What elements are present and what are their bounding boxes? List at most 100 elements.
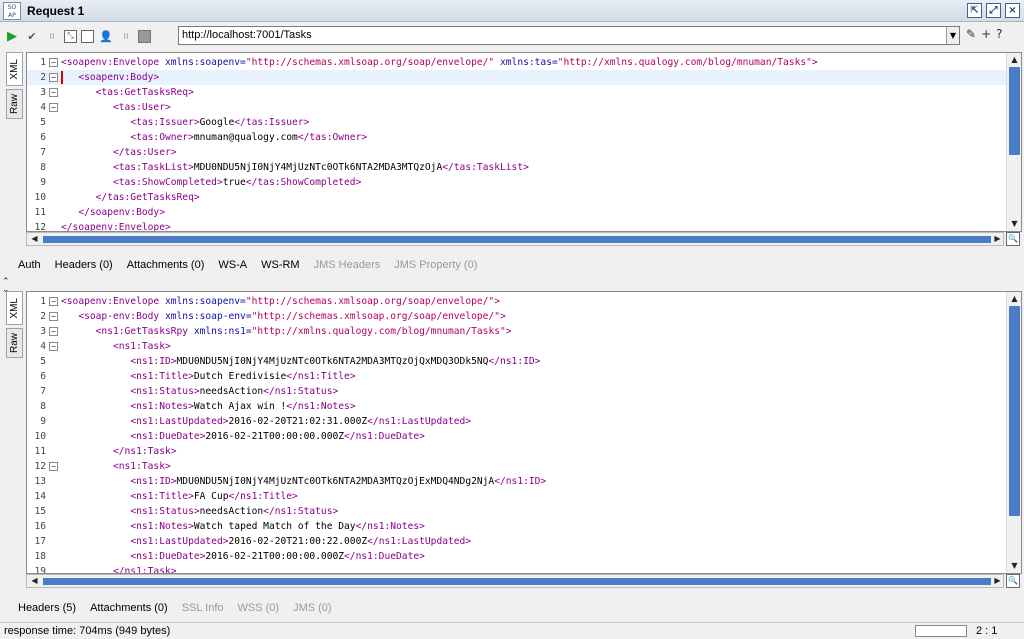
code-text: <soapenv:Envelope xmlns:soapenv="http://…	[61, 57, 818, 68]
line-number: 3	[40, 326, 46, 337]
fold-toggle-icon[interactable]: −	[49, 327, 58, 336]
line-number: 4	[40, 102, 46, 113]
tab-attachments-0[interactable]: Attachments (0)	[90, 602, 168, 618]
code-text: <ns1:ID>MDU0NDU5NjI0NjY4MjUzNTc0OTk6NTA2…	[130, 476, 547, 487]
request-xml-editor[interactable]: 12 </soapenv:Envelope> 11 </soapenv:Body> 1…	[26, 52, 1022, 232]
help-icon[interactable]: ?	[996, 27, 1002, 41]
code-line: 9 <tas:ShowCompleted>true</tas:ShowCompl…	[27, 175, 1021, 190]
code-line: 5 <tas:Issuer>Google</tas:Issuer>	[27, 115, 1021, 130]
line-number: 6	[40, 371, 46, 382]
tab-headers-5[interactable]: Headers (5)	[18, 602, 76, 618]
fit-icon[interactable]: ⤡	[64, 29, 77, 43]
code-line: 5 <ns1:ID>MDU0NDU5NjI0NjY4MjUzNTc0OTk6NT…	[27, 354, 1021, 369]
user-icon[interactable]: 👤	[98, 28, 114, 44]
find-icon[interactable]: 🔍	[1006, 232, 1020, 246]
code-line: 19 </ns1:Task>	[27, 564, 1021, 574]
scroll-left-icon[interactable]: ◀	[27, 574, 42, 588]
cancel-icon[interactable]	[138, 29, 151, 43]
line-number: 16	[34, 521, 46, 532]
tab-raw-request[interactable]: Raw	[6, 89, 23, 119]
scrollbar-thumb[interactable]	[43, 578, 991, 585]
play-icon[interactable]: ▶	[4, 28, 20, 44]
code-text: <soapenv:Envelope xmlns:soapenv="http://…	[61, 296, 500, 307]
scroll-right-icon[interactable]: ▶	[990, 232, 1005, 246]
chevron-down-icon[interactable]: ▼	[946, 27, 959, 44]
maximize-window-button[interactable]: ⤢	[986, 3, 1001, 18]
endpoint-url-input[interactable]: http://localhost:7001/Tasks ▼	[178, 26, 960, 45]
scrollbar-thumb[interactable]	[1009, 306, 1020, 516]
tab-headers-0[interactable]: Headers (0)	[55, 259, 113, 275]
fold-toggle-icon[interactable]: −	[49, 103, 58, 112]
fold-toggle-icon[interactable]: −	[49, 462, 58, 471]
request-horizontal-scrollbar[interactable]: ◀ ▶	[26, 232, 1004, 246]
fold-toggle-icon[interactable]: −	[49, 312, 58, 321]
response-horizontal-scrollbar[interactable]: ◀ ▶	[26, 574, 1004, 588]
response-xml-editor[interactable]: 19 </ns1:Task> 18 <ns1:DueDate>2016-02-21…	[26, 291, 1022, 574]
soap-logo-icon: SO AP	[3, 1, 21, 20]
tab-xml-response[interactable]: XML	[6, 291, 23, 325]
line-number: 2	[40, 311, 46, 322]
response-vertical-scrollbar[interactable]: ▲ ▼	[1006, 292, 1021, 573]
stop-icon[interactable]	[81, 29, 94, 43]
line-number: 10	[34, 192, 46, 203]
line-number: 4	[40, 341, 46, 352]
code-line: 3− <ns1:GetTasksRpy xmlns:ns1="http://xm…	[27, 324, 1021, 339]
fold-toggle-icon[interactable]: −	[49, 73, 58, 82]
tab-jms-0: JMS (0)	[293, 602, 332, 614]
tab-xml-request[interactable]: XML	[6, 52, 23, 86]
scroll-up-icon[interactable]: ▲	[1007, 292, 1021, 306]
tab-jms-headers: JMS Headers	[313, 259, 381, 271]
fold-toggle-icon[interactable]: −	[49, 58, 58, 67]
close-window-button[interactable]: ×	[1005, 3, 1020, 18]
line-number: 19	[34, 566, 46, 574]
scroll-down-icon[interactable]: ▼	[1007, 559, 1021, 573]
response-time-label: response time: 704ms (949 bytes)	[4, 625, 171, 637]
code-text: <ns1:Status>needsAction</ns1:Status>	[130, 386, 339, 397]
line-number: 13	[34, 476, 46, 487]
code-text: </tas:GetTasksReq>	[95, 192, 200, 203]
edit-endpoint-icon[interactable]: ✎	[966, 27, 976, 41]
code-text: <ns1:DueDate>2016-02-21T00:00:00.000Z</n…	[130, 551, 425, 562]
code-line: 1− <soapenv:Envelope xmlns:soapenv="http:…	[27, 55, 1021, 70]
find-icon[interactable]: 🔍	[1006, 574, 1020, 588]
endpoint-url-value: http://localhost:7001/Tasks	[182, 29, 312, 41]
scroll-up-icon[interactable]: ▲	[1007, 53, 1021, 67]
line-number: 7	[40, 386, 46, 397]
code-text: <ns1:GetTasksRpy xmlns:ns1="http://xmlns…	[95, 326, 512, 337]
code-line: 11 </soapenv:Body>	[27, 205, 1021, 220]
code-line: 4− <ns1:Task>	[27, 339, 1021, 354]
scrollbar-thumb[interactable]	[1009, 67, 1020, 155]
line-number: 11	[34, 207, 46, 218]
line-number: 5	[40, 117, 46, 128]
add-assertion-icon[interactable]: ✔	[24, 28, 40, 44]
fold-toggle-icon[interactable]: −	[49, 297, 58, 306]
tab-attachments-0[interactable]: Attachments (0)	[127, 259, 205, 275]
scroll-down-icon[interactable]: ▼	[1007, 217, 1021, 231]
code-line: 3− <tas:GetTasksReq>	[27, 85, 1021, 100]
tab-raw-response[interactable]: Raw	[6, 328, 23, 358]
tab-auth[interactable]: Auth	[18, 259, 41, 275]
tab-ws-a[interactable]: WS-A	[218, 259, 247, 275]
line-number: 15	[34, 506, 46, 517]
window-title: Request 1	[27, 3, 85, 18]
progress-box	[915, 625, 967, 637]
line-number: 12	[34, 461, 46, 472]
code-text: <tas:GetTasksReq>	[95, 87, 194, 98]
scroll-left-icon[interactable]: ◀	[27, 232, 42, 246]
code-line: 15 <ns1:Status>needsAction</ns1:Status>	[27, 504, 1021, 519]
fold-toggle-icon[interactable]: −	[49, 342, 58, 351]
line-number: 9	[40, 416, 46, 427]
tab-ws-rm[interactable]: WS-RM	[261, 259, 300, 275]
code-line: 13 <ns1:ID>MDU0NDU5NjI0NjY4MjUzNTc0OTk6N…	[27, 474, 1021, 489]
code-line: 14 <ns1:Title>FA Cup</ns1:Title>	[27, 489, 1021, 504]
gear-icon[interactable]: ⁝⁝	[118, 28, 134, 44]
request-vertical-scrollbar[interactable]: ▲ ▼	[1006, 53, 1021, 231]
scale-icon[interactable]: ⁝⁝	[44, 28, 60, 44]
detach-window-button[interactable]: ⇱	[967, 3, 982, 18]
scrollbar-thumb[interactable]	[43, 236, 991, 243]
code-line: 8 <tas:TaskList>MDU0NDU5NjI0NjY4MjUzNTc0…	[27, 160, 1021, 175]
scroll-right-icon[interactable]: ▶	[990, 574, 1005, 588]
line-number: 9	[40, 177, 46, 188]
fold-toggle-icon[interactable]: −	[49, 88, 58, 97]
add-endpoint-icon[interactable]: +	[981, 27, 991, 41]
